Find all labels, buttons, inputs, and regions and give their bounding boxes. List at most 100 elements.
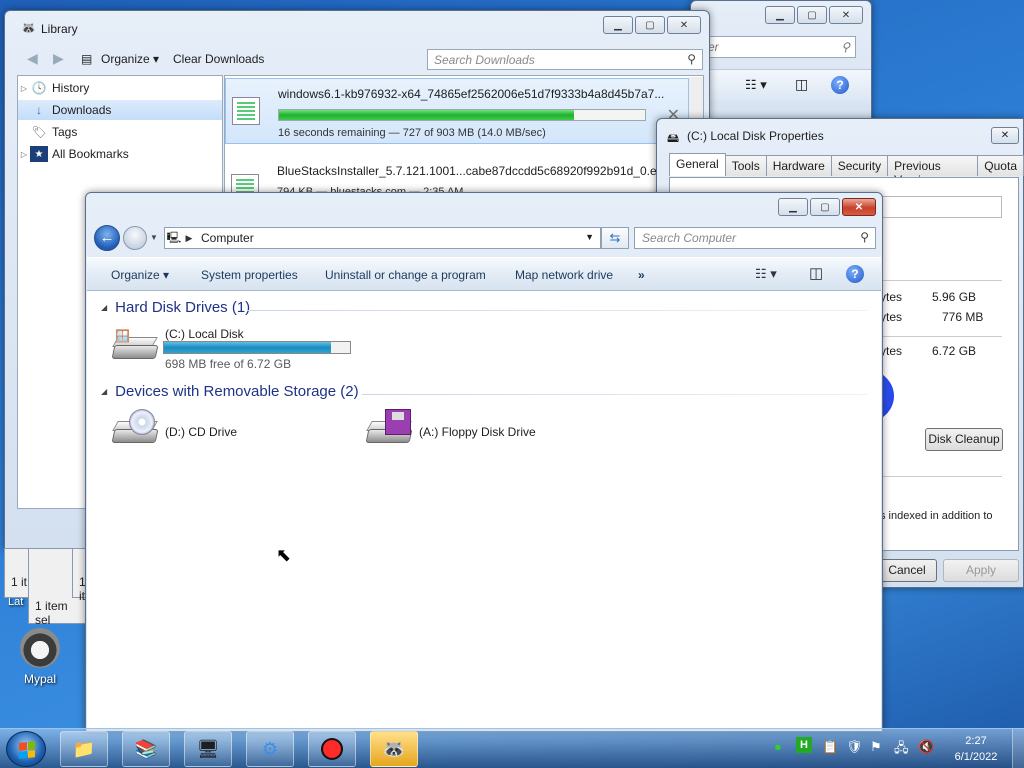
drive-a-floppy[interactable]: (A:) Floppy Disk Drive [365,409,585,455]
tab-tools[interactable]: Tools [724,155,767,176]
tray-action-center-flag-icon[interactable]: ⚑ [870,739,882,755]
expand-arrow-icon[interactable]: ▷ [18,150,30,159]
sidebar-item-label: Tags [52,125,78,139]
collapse-arrow-icon[interactable]: ◢ [101,303,107,312]
download-item[interactable]: windows6.1-kb976932-x64_74865ef2562006e5… [225,78,689,144]
expand-arrow-icon[interactable]: ▷ [18,84,30,93]
address-dropdown-icon[interactable]: ▼ [585,232,594,242]
breadcrumb-separator-icon[interactable]: ▶ [183,233,195,244]
preview-pane-icon[interactable]: ◫ [795,76,808,93]
system-properties-button[interactable]: System properties [201,268,298,282]
tab-security[interactable]: Security [830,155,889,176]
forward-arrow-icon[interactable] [123,226,147,250]
desktop-icon-mypal[interactable]: Mypal [12,628,68,686]
group-removable-storage[interactable]: ◢ Devices with Removable Storage (2) [101,383,359,400]
taskbar-control-panel[interactable]: 🖥 [184,731,232,767]
sidebar-item-all-bookmarks[interactable]: ▷ ★ All Bookmarks [18,144,222,164]
minimize-button[interactable]: ▁ [765,6,795,24]
apply-button[interactable]: Apply [943,559,1019,582]
clear-downloads-button[interactable]: Clear Downloads [173,52,264,66]
computer-window[interactable]: ▁ ▢ ✕ ← ▼ 🖳 ▶ Computer ▼ ⇆ Search Comput… [85,192,883,732]
mypal-raccoon-icon [20,628,60,668]
organize-button[interactable]: Organize ▾ [101,52,159,66]
cd-drive-icon [111,409,159,449]
taskbar-explorer[interactable]: 📁 [60,731,108,767]
tab-general[interactable]: General [669,153,726,176]
tray-volume-muted-icon[interactable]: 🔇 [918,739,934,755]
tray-h-icon[interactable]: H [796,737,812,753]
search-computer-input[interactable]: Search Computer ⚲ [634,227,876,249]
search-placeholder: Search Computer [642,231,737,245]
close-button[interactable]: ✕ [991,127,1019,144]
taskbar-settings[interactable]: ⚙ [246,731,294,767]
download-progress-bar [278,109,646,121]
sidebar-item-label: History [52,81,90,95]
collapse-arrow-icon[interactable]: ◢ [101,387,107,396]
refresh-icon[interactable]: ⇆ [601,227,629,249]
download-status: 16 seconds remaining — 727 of 903 MB (14… [278,127,546,139]
drive-icon: 🖴 [667,131,680,145]
close-button[interactable]: ✕ [667,16,701,34]
drive-capacity-bar [163,341,351,354]
group-hard-disk-drives[interactable]: ◢ Hard Disk Drives (1) [101,299,250,316]
sidebar-item-history[interactable]: ▷ 🕓 History [18,78,222,98]
views-icon[interactable]: ☷ ▾ [755,266,777,282]
drive-free-space: 698 MB free of 6.72 GB [165,357,292,371]
help-icon[interactable]: ? [846,265,864,283]
map-network-drive-button[interactable]: Map network drive [515,268,613,282]
minimize-button[interactable]: ▁ [778,198,808,216]
status-fragment: 1 it [11,575,28,589]
uninstall-program-button[interactable]: Uninstall or change a program [325,268,486,282]
taskbar-mypal[interactable]: 🦝 [370,731,418,767]
drive-d-cd-drive[interactable]: (D:) CD Drive [111,409,311,455]
used-space-label: ytes [880,290,903,304]
sidebar-item-tags[interactable]: 🏷 Tags [18,122,222,142]
tray-security-check-icon[interactable]: 🛡 [846,739,863,755]
search-input[interactable]: er ⚲ [701,36,856,58]
drive-c-local-disk[interactable]: 🪟 (C:) Local Disk 698 MB free of 6.72 GB [111,327,371,371]
show-desktop-button[interactable] [1012,729,1024,768]
record-icon [321,738,343,760]
tray-network-icon[interactable]: 🖧 [894,739,909,761]
maximize-button[interactable]: ▢ [797,6,827,24]
computer-content-pane: ◢ Hard Disk Drives (1) 🪟 (C:) Local Disk… [87,291,881,731]
tray-clipboard-icon[interactable]: 📋 [822,739,838,755]
disk-cleanup-button[interactable]: Disk Cleanup [925,428,1003,451]
back-arrow-icon[interactable]: ← [94,225,120,251]
stacked-window-stub[interactable]: 1 it [72,548,86,603]
taskbar-winrar[interactable]: 📚 [122,731,170,767]
taskbar: 📁 📚 🖥 ⚙ 🦝 ● H 📋 🛡 ⚑ 🖧 🔇 2:27 6/1/2022 [0,728,1024,768]
system-clock[interactable]: 2:27 6/1/2022 [948,733,1004,765]
back-arrow-icon[interactable]: ◀ [27,50,38,67]
views-icon[interactable]: ☷ ▾ [745,77,767,93]
tray-green-circle-icon[interactable]: ● [774,739,782,754]
preview-pane-icon[interactable]: ◫ [809,264,823,282]
more-commands-chevron-icon[interactable]: » [638,268,645,282]
organize-button[interactable]: Organize ▾ [111,268,169,282]
address-bar[interactable]: 🖳 ▶ Computer ▼ [164,227,601,249]
search-downloads-input[interactable]: Search Downloads ⚲ [427,49,703,70]
cancel-button[interactable]: Cancel [877,559,937,582]
floppy-drive-icon [365,409,413,449]
tab-quota[interactable]: Quota [977,155,1024,176]
indexing-option-text: s indexed in addition to [880,510,993,522]
start-button[interactable] [6,731,46,767]
breadcrumb[interactable]: Computer [201,231,254,245]
maximize-button[interactable]: ▢ [635,16,665,34]
tab-hardware[interactable]: Hardware [765,155,832,176]
close-button[interactable]: ✕ [829,6,863,24]
library-toolbar: ◀ ▶ ▤ Organize ▾ Clear Downloads Search … [11,45,705,73]
help-icon[interactable]: ? [831,76,849,94]
close-button[interactable]: ✕ [842,198,876,216]
clock-date: 6/1/2022 [954,751,998,763]
label-field[interactable] [880,196,1002,218]
sidebar-item-downloads[interactable]: ↓ Downloads [18,100,222,120]
command-bar: Organize ▾ System properties Uninstall o… [87,257,881,291]
minimize-button[interactable]: ▁ [603,16,633,34]
maximize-button[interactable]: ▢ [810,198,840,216]
recent-pages-chevron-icon[interactable]: ▼ [150,233,158,242]
forward-arrow-icon[interactable]: ▶ [53,50,64,67]
settings-gears-icon: ⚙ [261,738,279,759]
taskbar-recorder[interactable] [308,731,356,767]
tab-previous-versions[interactable]: Previous Versions [887,155,979,187]
